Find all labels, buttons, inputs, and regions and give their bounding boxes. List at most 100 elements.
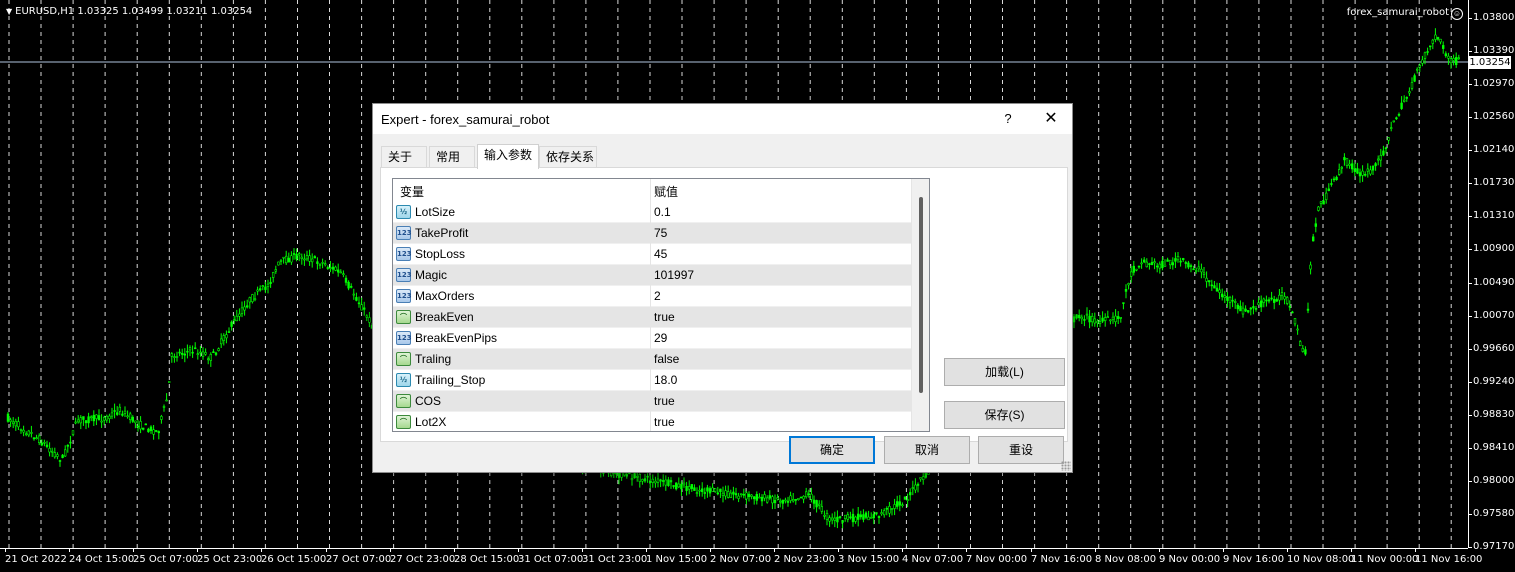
candle-body — [854, 516, 857, 522]
parameter-row[interactable]: 123 StopLoss 45 — [393, 244, 911, 265]
parameter-value[interactable]: true — [654, 415, 675, 429]
candle-body — [734, 493, 738, 496]
candle-body — [1343, 157, 1346, 161]
candle-body — [1361, 170, 1364, 176]
parameter-row[interactable]: 123 TakeProfit 75 — [393, 223, 911, 244]
smiley-icon[interactable]: ☺ — [1451, 8, 1463, 20]
candle-body — [336, 269, 340, 273]
candle-body — [287, 257, 290, 263]
candle-body — [1332, 178, 1336, 181]
candle-body — [123, 410, 127, 414]
candle-body — [882, 510, 886, 516]
candle-body — [849, 516, 852, 519]
candle-body — [344, 277, 348, 283]
candle-body — [1241, 307, 1245, 315]
candle-body — [1093, 318, 1097, 324]
candle-body — [214, 352, 218, 355]
parameter-value[interactable]: 101997 — [654, 268, 694, 282]
candle-body — [1306, 308, 1310, 311]
parameter-value[interactable]: 18.0 — [654, 373, 677, 387]
column-divider[interactable] — [650, 179, 651, 202]
candle-body — [178, 351, 181, 354]
parameter-value[interactable]: 75 — [654, 226, 667, 240]
candle-body — [1153, 261, 1156, 264]
candle-body — [181, 352, 184, 355]
load-button[interactable]: 加载(L) — [944, 358, 1065, 386]
candle-body — [194, 347, 197, 350]
candle-body — [1379, 155, 1383, 161]
candle-body — [794, 499, 798, 501]
collapse-triangle-icon[interactable]: ▼ — [6, 7, 12, 16]
parameter-value[interactable]: 2 — [654, 289, 661, 303]
parameter-row[interactable]: ½ LotSize 0.1 — [393, 202, 911, 223]
ok-button[interactable]: 确定 — [789, 436, 875, 464]
price-label: 1.03800 — [1473, 12, 1515, 23]
int-param-icon: 123 — [396, 268, 412, 282]
candle-body — [1384, 147, 1388, 150]
candle-body — [898, 501, 902, 506]
candle-body — [638, 473, 642, 482]
column-header-value[interactable]: 赋值 — [654, 183, 678, 200]
candle-body — [867, 516, 870, 521]
candle-body — [690, 484, 694, 489]
reset-button[interactable]: 重设 — [978, 436, 1064, 464]
candle-body — [1101, 317, 1104, 322]
candle-body — [823, 514, 826, 517]
parameters-table[interactable]: 变量 赋值 ½ LotSize 0.1 123 TakeProfit 75 123 StopL… — [392, 178, 930, 432]
candle-body — [1457, 57, 1461, 60]
candle-body — [191, 351, 194, 354]
tab-common[interactable]: 常用 — [429, 146, 475, 168]
tab-dependencies[interactable]: 依存关系 — [539, 146, 597, 168]
price-label: 0.98830 — [1473, 409, 1515, 420]
candle-body — [352, 293, 355, 296]
candle-body — [1119, 316, 1123, 319]
parameter-row[interactable]: ⌒ Traling false — [393, 349, 911, 370]
candle-body — [349, 286, 353, 288]
parameter-row[interactable]: ⌒ COS true — [393, 391, 911, 412]
tab-inputs[interactable]: 输入参数 — [477, 144, 539, 169]
price-label: 0.99660 — [1473, 343, 1515, 354]
candle-body — [1106, 316, 1110, 319]
candle-body — [147, 428, 150, 433]
time-tick — [197, 548, 198, 552]
cancel-button[interactable]: 取消 — [884, 436, 970, 464]
dialog-titlebar[interactable]: Expert - forex_samurai_robot ? ✕ — [373, 104, 1072, 134]
save-button[interactable]: 保存(S) — [944, 401, 1065, 429]
candle-body — [1309, 264, 1312, 270]
candle-body — [66, 444, 70, 447]
candle-body — [1338, 169, 1341, 175]
scrollbar-thumb[interactable] — [919, 197, 923, 393]
candle-body — [90, 416, 93, 419]
parameter-row[interactable]: ½ Trailing_Stop 18.0 — [393, 370, 911, 391]
parameter-row[interactable]: ⌒ Lot2X true — [393, 412, 911, 431]
parameter-value[interactable]: 0.1 — [654, 205, 671, 219]
candle-body — [799, 496, 803, 499]
parameter-value[interactable]: true — [654, 394, 675, 408]
tab-about[interactable]: 关于 — [381, 146, 427, 168]
candle-body — [258, 288, 262, 291]
help-button[interactable]: ? — [993, 109, 1023, 129]
candle-body — [27, 430, 30, 436]
parameter-row[interactable]: 123 MaxOrders 2 — [393, 286, 911, 307]
table-scrollbar[interactable] — [911, 179, 929, 431]
candle-body — [1148, 263, 1151, 265]
column-divider — [650, 286, 651, 307]
parameter-row[interactable]: 123 Magic 101997 — [393, 265, 911, 286]
candle-body — [641, 479, 644, 482]
candle-body — [810, 493, 813, 500]
parameter-row[interactable]: 123 BreakEvenPips 29 — [393, 328, 911, 349]
close-button[interactable]: ✕ — [1036, 109, 1066, 129]
candle-body — [859, 514, 863, 518]
parameter-value[interactable]: true — [654, 310, 675, 324]
parameter-value[interactable]: 29 — [654, 331, 667, 345]
time-tick — [518, 548, 519, 552]
resize-grip-icon[interactable] — [1061, 461, 1071, 471]
time-tick — [69, 548, 70, 552]
parameter-value[interactable]: 45 — [654, 247, 667, 261]
candle-body — [40, 442, 44, 446]
parameter-row[interactable]: ⌒ BreakEven true — [393, 307, 911, 328]
column-header-variable[interactable]: 变量 — [400, 183, 424, 200]
candle-body — [1335, 176, 1338, 180]
candle-body — [360, 304, 363, 311]
parameter-value[interactable]: false — [654, 352, 679, 366]
